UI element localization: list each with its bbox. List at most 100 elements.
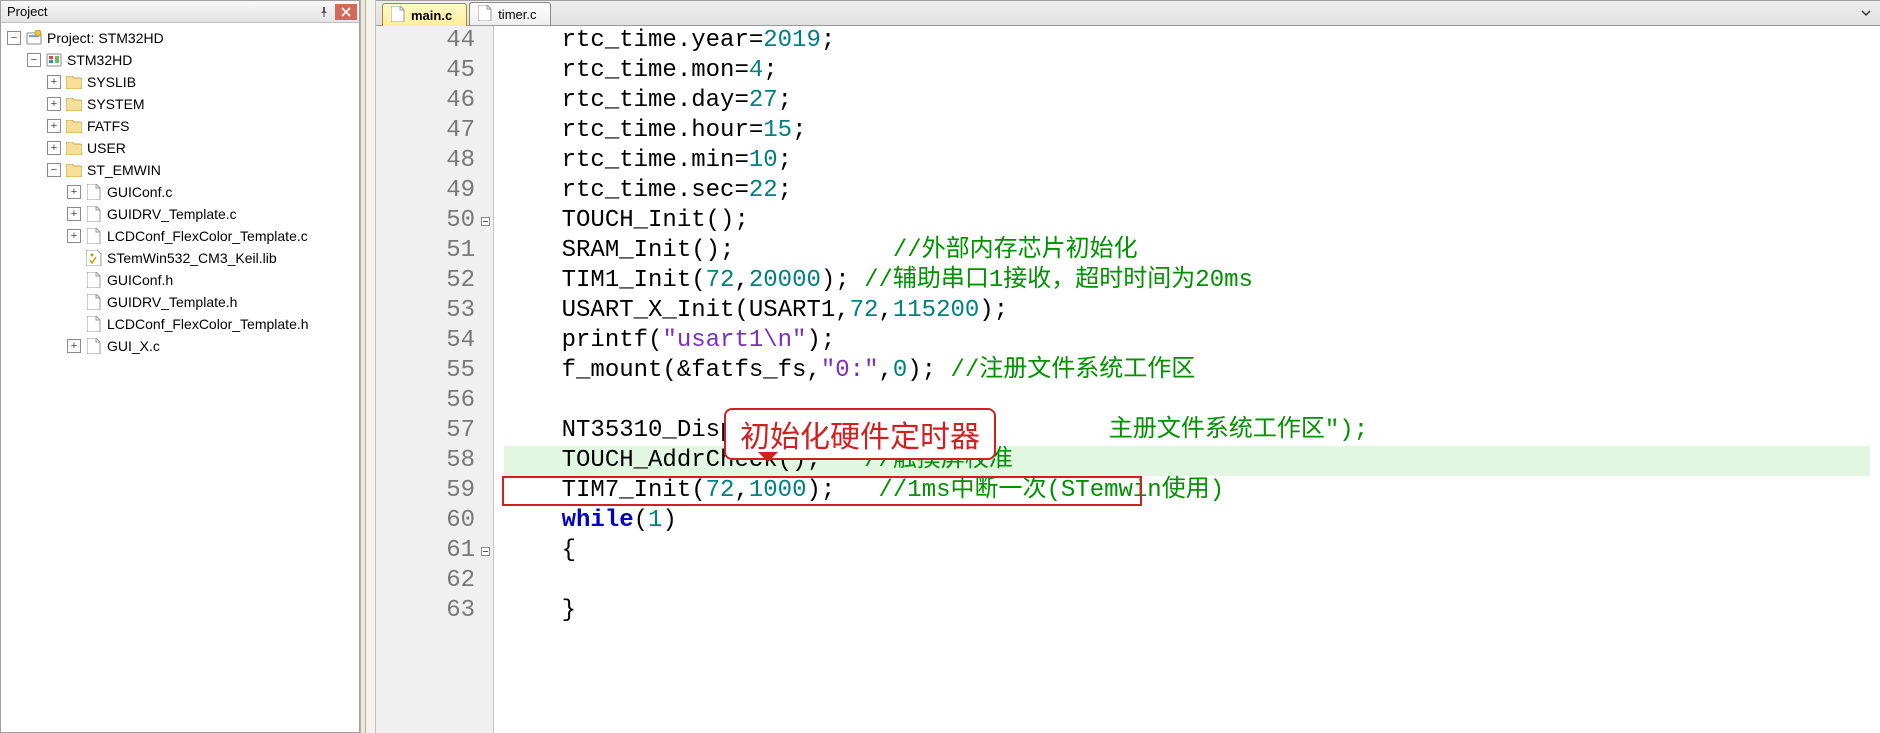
tree-file[interactable]: GUIDRV_Template.h (1, 291, 359, 313)
code-line[interactable] (504, 566, 1870, 596)
tree-label: GUI_X.c (107, 338, 160, 354)
line-number: 46 (376, 86, 475, 116)
target-icon (45, 52, 63, 68)
tree-label: GUIDRV_Template.c (107, 206, 237, 222)
expand-toggle[interactable]: + (47, 97, 61, 111)
expand-toggle[interactable]: − (47, 163, 61, 177)
code-line[interactable]: SRAM_Init(); //外部内存芯片初始化 (504, 236, 1870, 266)
expand-toggle[interactable]: + (67, 207, 81, 221)
editor-left-margin (366, 0, 376, 733)
line-number: 57 (376, 416, 475, 446)
tree-label: LCDConf_FlexColor_Template.h (107, 316, 309, 332)
tree-file[interactable]: GUIConf.h (1, 269, 359, 291)
code-content[interactable]: 初始化硬件定时器 rtc_time.year=2019; rtc_time.mo… (494, 26, 1880, 733)
file-icon (85, 338, 103, 354)
project-panel-header: Project (1, 1, 359, 23)
code-line[interactable]: rtc_time.mon=4; (504, 56, 1870, 86)
line-number: 55 (376, 356, 475, 386)
code-line[interactable]: NT35310_Displa 主册文件系统工作区"); (504, 416, 1870, 446)
fold-toggle-icon[interactable] (479, 206, 491, 236)
code-line[interactable]: rtc_time.year=2019; (504, 26, 1870, 56)
tree-label: STemWin532_CM3_Keil.lib (107, 250, 277, 266)
tree-file[interactable]: LCDConf_FlexColor_Template.h (1, 313, 359, 335)
code-line[interactable]: rtc_time.min=10; (504, 146, 1870, 176)
chevron-down-icon[interactable] (1858, 5, 1874, 21)
expand-toggle[interactable]: + (47, 141, 61, 155)
tree-folder[interactable]: + FATFS (1, 115, 359, 137)
tree-label: ST_EMWIN (87, 162, 161, 178)
code-line[interactable]: f_mount(&fatfs_fs,"0:",0); //注册文件系统工作区 (504, 356, 1870, 386)
line-number: 50 (376, 206, 475, 236)
tree-label: LCDConf_FlexColor_Template.c (107, 228, 308, 244)
code-line[interactable]: printf("usart1\n"); (504, 326, 1870, 356)
code-line[interactable]: TIM1_Init(72,20000); //辅助串口1接收，超时时间为20ms (504, 266, 1870, 296)
file-icon (478, 5, 492, 24)
folder-icon (65, 96, 83, 112)
code-line[interactable]: } (504, 596, 1870, 626)
project-tree[interactable]: − Project: STM32HD − STM32HD +SYSLIB+SYS… (1, 23, 359, 732)
expand-toggle-empty (67, 251, 81, 265)
line-number: 61 (376, 536, 475, 566)
expand-toggle-empty (67, 317, 81, 331)
code-line[interactable]: { (504, 536, 1870, 566)
tab-label: timer.c (498, 7, 536, 22)
code-line[interactable]: TOUCH_Init(); (504, 206, 1870, 236)
code-line[interactable]: rtc_time.day=27; (504, 86, 1870, 116)
code-line[interactable] (504, 386, 1870, 416)
pin-icon[interactable] (315, 4, 333, 20)
project-panel: Project − Project: STM32HD − (0, 0, 360, 733)
code-line[interactable]: USART_X_Init(USART1,72,115200); (504, 296, 1870, 326)
tree-label: FATFS (87, 118, 130, 134)
code-editor[interactable]: 4445464748495051525354555657585960616263… (376, 26, 1880, 733)
line-number: 49 (376, 176, 475, 206)
expand-toggle-empty (67, 295, 81, 309)
tree-folder[interactable]: +SYSLIB (1, 71, 359, 93)
tree-file[interactable]: + LCDConf_FlexColor_Template.c (1, 225, 359, 247)
folder-icon (65, 74, 83, 90)
editor-tab[interactable]: timer.c (469, 2, 551, 25)
tree-folder[interactable]: − ST_EMWIN (1, 159, 359, 181)
file-icon (85, 206, 103, 222)
tree-label: Project: STM32HD (47, 30, 164, 46)
editor-tab[interactable]: main.c (382, 3, 467, 26)
code-line[interactable]: rtc_time.sec=22; (504, 176, 1870, 206)
tree-file[interactable]: + GUI_X.c (1, 335, 359, 357)
code-line[interactable]: while(1) (504, 506, 1870, 536)
folder-icon (65, 140, 83, 156)
expand-toggle[interactable]: − (7, 31, 21, 45)
tree-root[interactable]: − Project: STM32HD (1, 27, 359, 49)
fold-toggle-icon[interactable] (479, 536, 491, 566)
tree-target[interactable]: − STM32HD (1, 49, 359, 71)
expand-toggle[interactable]: + (67, 185, 81, 199)
line-number: 62 (376, 566, 475, 596)
expand-toggle-empty (67, 273, 81, 287)
expand-toggle[interactable]: + (47, 75, 61, 89)
file-icon (85, 294, 103, 310)
line-number: 60 (376, 506, 475, 536)
tree-folder[interactable]: +USER (1, 137, 359, 159)
lib-file-icon (85, 250, 103, 266)
line-number: 47 (376, 116, 475, 146)
annotation-highlight-box (502, 476, 1142, 506)
line-number: 59 (376, 476, 475, 506)
tree-file[interactable]: +GUIConf.c (1, 181, 359, 203)
tree-file[interactable]: STemWin532_CM3_Keil.lib (1, 247, 359, 269)
tree-folder[interactable]: +SYSTEM (1, 93, 359, 115)
file-icon (85, 228, 103, 244)
tree-file[interactable]: + GUIDRV_Template.c (1, 203, 359, 225)
close-icon[interactable] (335, 4, 357, 20)
line-number: 45 (376, 56, 475, 86)
project-panel-title: Project (7, 4, 313, 19)
expand-toggle[interactable]: − (27, 53, 41, 67)
expand-toggle[interactable]: + (67, 229, 81, 243)
folder-icon (65, 118, 83, 134)
code-line[interactable]: rtc_time.hour=15; (504, 116, 1870, 146)
expand-toggle[interactable]: + (67, 339, 81, 353)
editor-tabbar: main.c timer.c (376, 1, 1880, 26)
tree-label: STM32HD (67, 52, 132, 68)
expand-toggle[interactable]: + (47, 119, 61, 133)
line-number: 63 (376, 596, 475, 626)
annotation-callout: 初始化硬件定时器 (724, 408, 996, 460)
tab-label: main.c (411, 8, 452, 23)
code-line[interactable]: TOUCH_AddrCheck(); //触摸屏校准 (504, 446, 1870, 476)
